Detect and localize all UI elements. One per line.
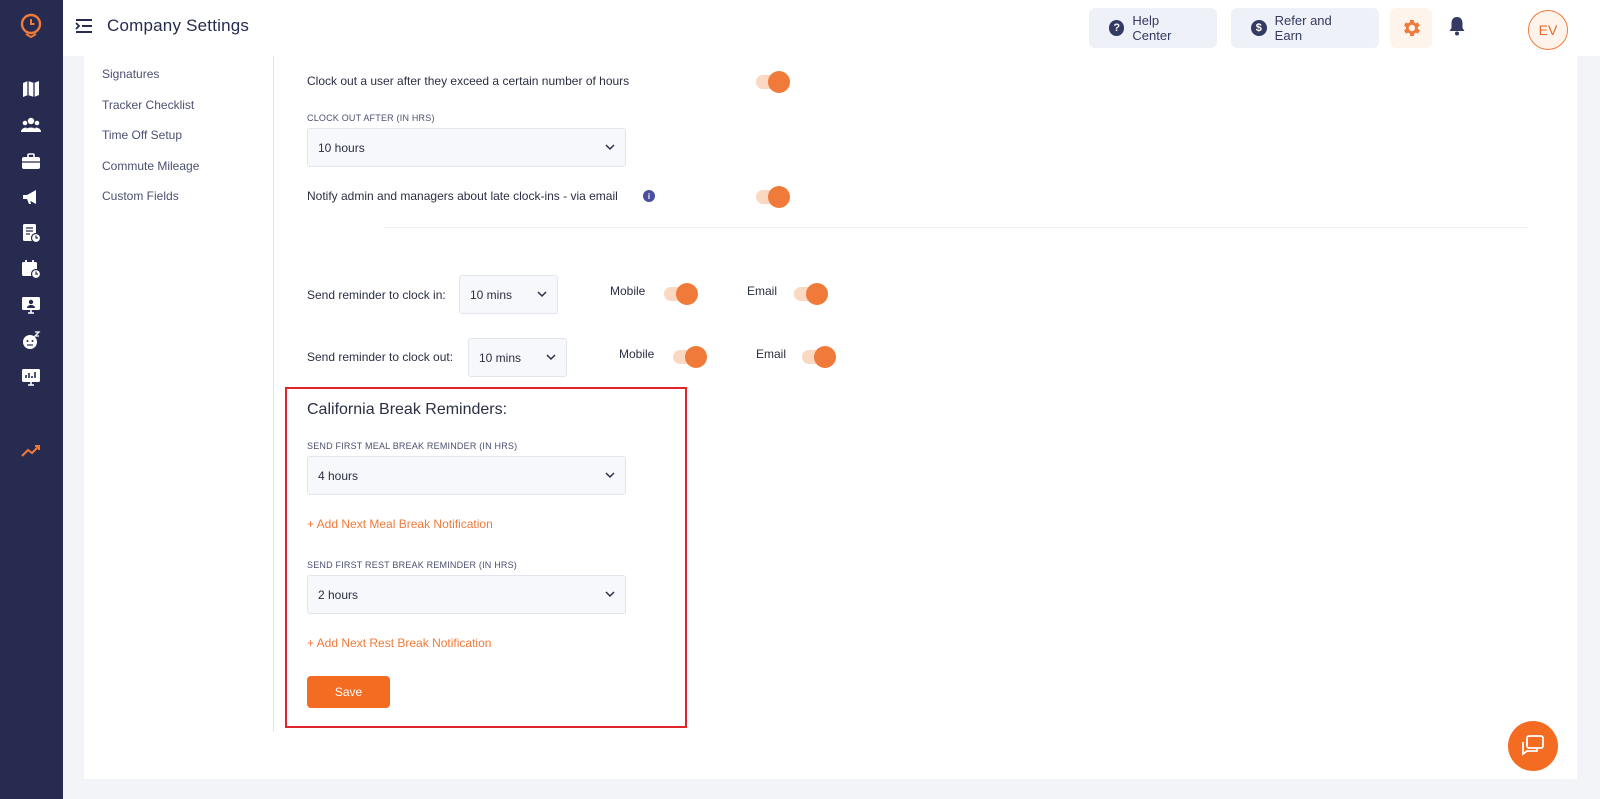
reminder-out-label: Send reminder to clock out: [307,350,454,364]
chevron-down-icon [605,591,615,598]
time-off-icon[interactable] [20,330,42,352]
add-meal-break-link[interactable]: + Add Next Meal Break Notification [307,517,493,531]
clockout-after-value: 10 hours [318,140,365,155]
chevron-down-icon [546,354,556,361]
add-rest-break-link[interactable]: + Add Next Rest Break Notification [307,636,491,650]
reports-icon[interactable] [20,366,42,388]
vertical-divider [273,56,274,732]
reminder-out-mobile-label: Mobile [619,347,655,361]
meal-break-value: 4 hours [318,468,359,483]
refer-and-earn-button[interactable]: $ Refer and Earn [1231,8,1379,48]
page-title: Company Settings [107,16,250,35]
timesheet-icon[interactable] [20,222,42,244]
refer-and-earn-label: Refer and Earn [1274,13,1332,43]
save-button[interactable]: Save [307,676,390,708]
briefcase-icon[interactable] [20,150,42,172]
chevron-down-icon [605,472,615,479]
reminder-in-email-label: Email [747,284,778,298]
settings-subnav: Signatures Tracker Checklist Time Off Se… [102,66,272,219]
subnav-item-tracker-checklist[interactable]: Tracker Checklist [102,97,272,128]
chat-bubble-icon [1522,735,1544,756]
help-center-button[interactable]: ? Help Center [1089,8,1217,48]
notify-late-label: Notify admin and managers about late clo… [307,189,618,203]
meal-break-select[interactable]: 4 hours [307,456,626,495]
auto-clockout-toggle[interactable] [756,71,790,93]
chevron-down-icon [605,144,615,151]
rest-break-select[interactable]: 2 hours [307,575,626,614]
subnav-item-commute-mileage[interactable]: Commute Mileage [102,158,272,189]
section-divider [384,227,1529,228]
menu-collapse-icon[interactable] [74,16,94,36]
clockout-after-select[interactable]: 10 hours [307,128,626,167]
reminder-in-email-toggle[interactable] [794,283,828,305]
auto-clockout-label: Clock out a user after they exceed a cer… [307,74,630,88]
rest-break-label: SEND FIRST REST BREAK REMINDER (IN HRS) [307,560,517,570]
top-header: Company Settings ? Help Center $ Refer a… [63,0,1600,56]
reminder-out-email-label: Email [756,347,787,361]
dollar-icon: $ [1251,20,1267,36]
reminder-in-mobile-toggle[interactable] [664,283,698,305]
meal-break-label: SEND FIRST MEAL BREAK REMINDER (IN HRS) [307,441,518,451]
reminder-out-value: 10 mins [479,350,522,365]
subnav-item-time-off-setup[interactable]: Time Off Setup [102,127,272,158]
trending-icon[interactable] [20,440,42,462]
notify-late-toggle[interactable] [756,186,790,208]
settings-card: Signatures Tracker Checklist Time Off Se… [84,56,1577,779]
app-sidebar [0,0,63,799]
clockout-after-label: CLOCK OUT AFTER (IN HRS) [307,113,435,123]
map-icon[interactable] [20,78,42,100]
logo-icon[interactable] [18,12,44,39]
rest-break-value: 2 hours [318,587,359,602]
reminder-in-label: Send reminder to clock in: [307,288,446,302]
subnav-item-custom-fields[interactable]: Custom Fields [102,188,272,219]
settings-button[interactable] [1390,8,1432,48]
reminder-out-mobile-toggle[interactable] [673,346,707,368]
reminder-in-value: 10 mins [470,287,513,302]
reminder-in-mobile-label: Mobile [610,284,646,298]
user-avatar[interactable]: EV [1528,10,1568,50]
help-center-label: Help Center [1132,13,1172,43]
reminder-out-email-toggle[interactable] [802,346,836,368]
schedule-icon[interactable] [20,258,42,280]
chevron-down-icon [537,291,547,298]
help-icon: ? [1109,20,1125,36]
chat-support-button[interactable] [1508,721,1558,771]
kiosk-icon[interactable] [20,294,42,316]
gear-icon [1404,19,1420,37]
team-icon[interactable] [20,114,42,136]
info-icon[interactable]: i [643,190,655,202]
notifications-bell-icon[interactable] [1448,16,1466,36]
subnav-item-signatures[interactable]: Signatures [102,66,272,97]
megaphone-icon[interactable] [20,186,42,208]
reminder-in-select[interactable]: 10 mins [459,275,558,314]
california-section-title: California Break Reminders: [307,401,508,418]
reminder-out-select[interactable]: 10 mins [468,338,567,377]
